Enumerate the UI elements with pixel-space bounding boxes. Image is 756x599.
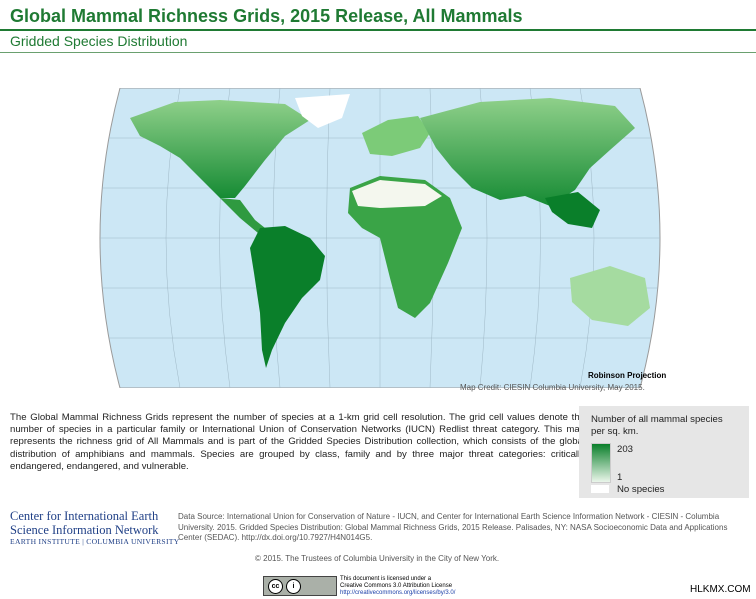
map-title: Global Mammal Richness Grids, 2015 Relea… (10, 6, 523, 26)
projection-label: Robinson Projection (588, 371, 667, 380)
subtitle-rule (0, 52, 756, 53)
description-text: The Global Mammal Richness Grids represe… (10, 412, 585, 472)
world-map (99, 88, 661, 388)
legend-title-line2: per sq. km. (591, 426, 639, 437)
ciesin-logo-line2: Science Information Network (10, 523, 159, 537)
legend-title: Number of all mammal species per sq. km. (591, 414, 723, 438)
ciesin-logo-line3: EARTH INSTITUTE | COLUMBIA UNIVERSITY (10, 537, 180, 546)
license-text: This document is licensed under a Creati… (340, 576, 455, 596)
attribution-icon: i (286, 579, 301, 594)
license-line1: This document is licensed under a (340, 576, 432, 582)
copyright-text: © 2015. The Trustees of Columbia Univers… (255, 554, 500, 563)
legend-gradient (591, 443, 611, 483)
legend-no-species-swatch (591, 485, 609, 493)
cc-icon: cc (268, 579, 283, 594)
title-rule (0, 29, 756, 31)
map-credit: Map Credit: CIESIN Columbia University, … (460, 383, 645, 392)
watermark: HLKMX.COM (690, 584, 751, 595)
legend-box: Number of all mammal species per sq. km.… (579, 406, 749, 498)
data-source-text: Data Source: International Union for Con… (178, 512, 728, 542)
license-link[interactable]: http://creativecommons.org/licenses/by/3… (340, 590, 455, 597)
map-subtitle: Gridded Species Distribution (10, 33, 188, 49)
license-line2: Creative Commons 3.0 Attribution License (340, 582, 453, 589)
legend-min-label: 1 (617, 472, 623, 483)
legend-max-label: 203 (617, 444, 634, 455)
legend-title-line1: Number of all mammal species (591, 414, 723, 425)
legend-no-species-label: No species (617, 484, 665, 495)
cc-license-badge[interactable]: cc i (263, 576, 337, 596)
new-zealand-land (655, 324, 660, 342)
ciesin-logo-line1: Center for International Earth (10, 509, 159, 523)
